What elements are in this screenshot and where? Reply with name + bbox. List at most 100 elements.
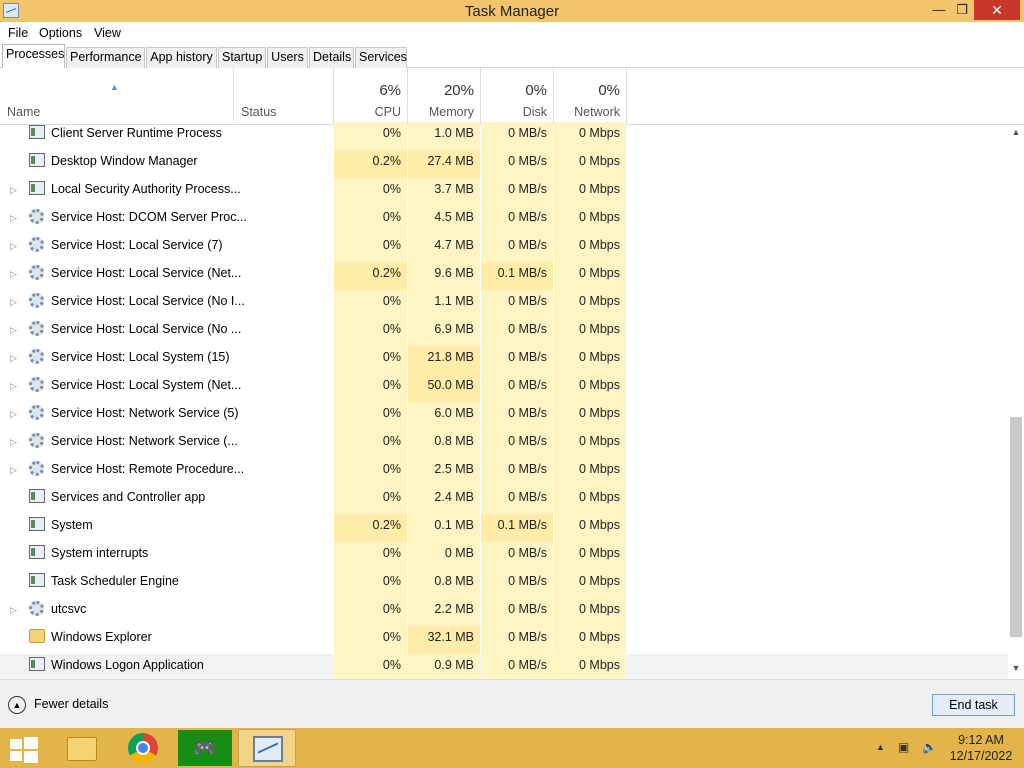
close-button[interactable]: ✕ xyxy=(974,0,1020,20)
process-memory-cell: 1.0 MB xyxy=(408,122,480,150)
column-header-disk[interactable]: 0% Disk xyxy=(481,68,554,125)
column-name-label: Name xyxy=(7,105,41,119)
column-header-cpu[interactable]: 6% CPU xyxy=(334,68,408,125)
tab-details[interactable]: Details xyxy=(309,47,354,68)
process-name: Service Host: DCOM Server Proc... xyxy=(51,210,247,224)
process-disk-cell: 0 MB/s xyxy=(481,626,553,654)
process-row[interactable]: Windows Logon Application 0% 0.9 MB 0 MB/s 0… xyxy=(0,654,1008,679)
expand-arrow-icon[interactable]: ▷ xyxy=(10,465,17,476)
process-row[interactable]: ▷ Service Host: Local Service (No ... 0% 6.… xyxy=(0,318,1008,346)
process-memory-cell: 1.1 MB xyxy=(408,290,480,318)
end-task-button[interactable]: End task xyxy=(932,694,1015,716)
column-header-memory[interactable]: 20% Memory xyxy=(408,68,481,125)
process-name: Service Host: Network Service (5) xyxy=(51,406,239,420)
taskbar-file-explorer[interactable] xyxy=(52,729,110,767)
process-name: Local Security Authority Process... xyxy=(51,182,241,196)
expand-arrow-icon[interactable]: ▷ xyxy=(10,213,17,224)
taskbar-xbox-games[interactable]: 🎮 xyxy=(176,729,234,767)
expand-arrow-icon[interactable]: ▷ xyxy=(10,409,17,420)
menu-file[interactable]: File xyxy=(8,26,28,40)
scroll-down-icon[interactable]: ▼ xyxy=(1010,663,1022,677)
process-row[interactable]: Task Scheduler Engine 0% 0.8 MB 0 MB/s 0 Mbp… xyxy=(0,570,1008,598)
task-manager-icon xyxy=(253,736,283,762)
clock[interactable]: 9:12 AM 12/17/2022 xyxy=(942,733,1020,763)
process-window-icon xyxy=(29,153,45,167)
process-window-icon xyxy=(29,657,45,671)
tab-startup[interactable]: Startup xyxy=(218,47,266,68)
volume-icon[interactable]: 🔈 xyxy=(922,740,937,754)
process-row[interactable]: System interrupts 0% 0 MB 0 MB/s 0 Mbps xyxy=(0,542,1008,570)
process-row[interactable]: ▷ Service Host: Local System (15) 0% 21.8 M… xyxy=(0,346,1008,374)
scrollbar-thumb[interactable] xyxy=(1010,417,1022,637)
process-cpu-cell: 0% xyxy=(334,318,407,346)
process-row[interactable]: Client Server Runtime Process 0% 1.0 MB 0 M… xyxy=(0,122,1008,150)
vertical-scrollbar[interactable]: ▲ ▼ xyxy=(1008,125,1024,679)
expand-arrow-icon[interactable]: ▷ xyxy=(10,185,17,196)
tab-app-history[interactable]: App history xyxy=(146,47,217,68)
process-row[interactable]: ▷ Service Host: Network Service (... 0% 0.8… xyxy=(0,430,1008,458)
column-header-network[interactable]: 0% Network xyxy=(554,68,627,125)
process-row[interactable]: ▷ Service Host: Local Service (Net... 0.2%… xyxy=(0,262,1008,290)
process-name: Service Host: Local Service (No I... xyxy=(51,294,245,308)
process-row[interactable]: ▷ Service Host: Network Service (5) 0% 6.0 … xyxy=(0,402,1008,430)
expand-arrow-icon[interactable]: ▷ xyxy=(10,605,17,616)
network-icon[interactable]: ▣ xyxy=(898,740,909,754)
restore-button[interactable]: ❐ xyxy=(949,0,975,20)
menu-options[interactable]: Options xyxy=(39,26,82,40)
process-name: Windows Logon Application xyxy=(51,658,204,672)
expand-arrow-icon[interactable]: ▷ xyxy=(10,437,17,448)
title-bar[interactable]: Task Manager — ❐ ✕ xyxy=(0,0,1024,22)
service-gear-icon xyxy=(29,237,44,252)
process-disk-cell: 0 MB/s xyxy=(481,654,553,679)
network-total-percent: 0% xyxy=(598,82,620,99)
tab-users[interactable]: Users xyxy=(267,47,308,68)
process-row[interactable]: System 0.2% 0.1 MB 0.1 MB/s 0 Mbps xyxy=(0,514,1008,542)
chevron-up-icon[interactable]: ▲ xyxy=(8,696,26,714)
tab-services[interactable]: Services xyxy=(355,47,407,68)
memory-total-percent: 20% xyxy=(443,82,474,99)
expand-arrow-icon[interactable]: ▷ xyxy=(10,325,17,336)
show-hidden-icons-icon[interactable]: ▲ xyxy=(876,742,885,752)
process-name: Services and Controller app xyxy=(51,490,206,504)
process-row[interactable]: ▷ Service Host: Local System (Net... 0% 50.… xyxy=(0,374,1008,402)
process-memory-cell: 50.0 MB xyxy=(408,374,480,402)
taskbar-task-manager[interactable] xyxy=(238,729,296,767)
process-row[interactable]: ▷ Local Security Authority Process... 0% 3.… xyxy=(0,178,1008,206)
process-row[interactable]: Desktop Window Manager 0.2% 27.4 MB 0 MB/s 0… xyxy=(0,150,1008,178)
process-network-cell: 0 Mbps xyxy=(554,346,626,374)
expand-arrow-icon[interactable]: ▷ xyxy=(10,269,17,280)
process-disk-cell: 0 MB/s xyxy=(481,542,553,570)
process-network-cell: 0 Mbps xyxy=(554,374,626,402)
column-header-status[interactable]: Status xyxy=(234,68,334,125)
process-row[interactable]: ▷ Service Host: DCOM Server Proc... 0% 4.5 … xyxy=(0,206,1008,234)
sort-ascending-icon: ▲ xyxy=(110,82,119,92)
tab-processes[interactable]: Processes xyxy=(2,44,65,69)
process-row[interactable]: ▷ utcsvc 0% 2.2 MB 0 MB/s 0 Mbps xyxy=(0,598,1008,626)
process-network-cell: 0 Mbps xyxy=(554,122,626,150)
scroll-up-icon[interactable]: ▲ xyxy=(1010,127,1022,141)
start-button[interactable] xyxy=(0,729,58,767)
menu-view[interactable]: View xyxy=(94,26,121,40)
column-cpu-label: CPU xyxy=(374,105,401,119)
process-row[interactable]: Windows Explorer 0% 32.1 MB 0 MB/s 0 Mbps xyxy=(0,626,1008,654)
process-disk-cell: 0 MB/s xyxy=(481,570,553,598)
process-row[interactable]: ▷ Service Host: Remote Procedure... 0% 2.5 … xyxy=(0,458,1008,486)
process-row[interactable]: ▷ Service Host: Local Service (7) 0% 4.7 MB… xyxy=(0,234,1008,262)
fewer-details-link[interactable]: Fewer details xyxy=(34,697,108,711)
expand-arrow-icon[interactable]: ▷ xyxy=(10,297,17,308)
process-memory-cell: 4.5 MB xyxy=(408,206,480,234)
expand-arrow-icon[interactable]: ▷ xyxy=(10,381,17,392)
expand-arrow-icon[interactable]: ▷ xyxy=(10,241,17,252)
process-row[interactable]: ▷ Service Host: Local Service (No I... 0% 1… xyxy=(0,290,1008,318)
tab-performance[interactable]: Performance xyxy=(66,47,145,68)
process-cpu-cell: 0% xyxy=(334,346,407,374)
taskbar-chrome[interactable] xyxy=(114,729,172,767)
process-memory-cell: 3.7 MB xyxy=(408,178,480,206)
expand-arrow-icon[interactable]: ▷ xyxy=(10,353,17,364)
process-cpu-cell: 0% xyxy=(334,486,407,514)
column-header-name[interactable]: ▲ Name xyxy=(0,68,234,125)
process-cpu-cell: 0.2% xyxy=(334,514,407,542)
process-row[interactable]: Services and Controller app 0% 2.4 MB 0 MB/… xyxy=(0,486,1008,514)
process-disk-cell: 0 MB/s xyxy=(481,402,553,430)
process-cpu-cell: 0% xyxy=(334,626,407,654)
